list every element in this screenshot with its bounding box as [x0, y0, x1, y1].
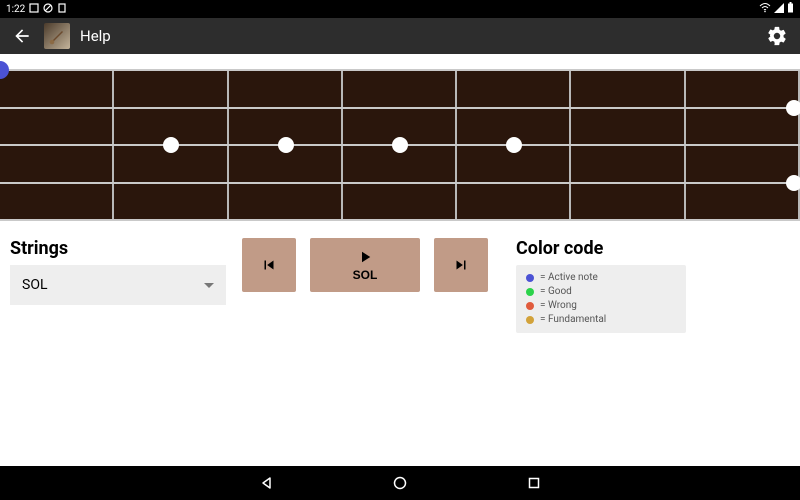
fret-marker	[163, 137, 179, 153]
legend-row: = Fundamental	[526, 313, 676, 327]
fret-marker	[506, 137, 522, 153]
status-icon	[43, 3, 53, 16]
fret-marker	[278, 137, 294, 153]
legend-row: = Active note	[526, 271, 676, 285]
legend-heading: Color code	[516, 238, 686, 259]
status-time: 1:22	[6, 4, 25, 15]
battery-icon	[787, 2, 794, 16]
legend-box: = Active note= Good= Wrong= Fundamental	[516, 265, 686, 333]
status-icon	[57, 3, 67, 16]
legend-label: = Good	[540, 285, 572, 299]
play-button[interactable]: SOL	[310, 238, 420, 292]
status-bar: 1:22	[0, 0, 800, 18]
skip-next-icon	[452, 256, 470, 274]
nav-recent-button[interactable]	[527, 476, 541, 490]
page-title: Help	[80, 27, 111, 45]
legend-label: = Wrong	[540, 299, 577, 313]
wifi-icon	[759, 3, 771, 16]
legend-dot	[526, 316, 534, 324]
fret-marker	[786, 175, 800, 191]
back-button[interactable]	[10, 24, 34, 48]
play-label: SOL	[353, 268, 378, 282]
strings-heading: Strings	[10, 238, 226, 259]
legend-label: = Fundamental	[540, 313, 606, 327]
next-button[interactable]	[434, 238, 488, 292]
signal-icon	[774, 3, 784, 16]
fret-marker	[392, 137, 408, 153]
status-icon	[29, 3, 39, 16]
legend-row: = Good	[526, 285, 676, 299]
caret-down-icon	[204, 277, 214, 293]
play-icon	[356, 248, 374, 266]
skip-previous-icon	[260, 256, 278, 274]
fretboard[interactable]	[0, 70, 800, 220]
legend-dot	[526, 288, 534, 296]
app-icon	[44, 23, 70, 49]
legend-label: = Active note	[540, 271, 598, 285]
fret-marker	[786, 100, 800, 116]
android-nav-bar	[0, 466, 800, 500]
app-bar: Help	[0, 18, 800, 54]
legend-row: = Wrong	[526, 299, 676, 313]
legend-dot	[526, 302, 534, 310]
strings-select[interactable]: SOL	[10, 265, 226, 305]
nav-home-button[interactable]	[393, 476, 407, 490]
legend-dot	[526, 274, 534, 282]
nav-back-button[interactable]	[259, 476, 273, 490]
prev-button[interactable]	[242, 238, 296, 292]
settings-button[interactable]	[764, 23, 790, 49]
strings-selected-value: SOL	[22, 277, 47, 293]
